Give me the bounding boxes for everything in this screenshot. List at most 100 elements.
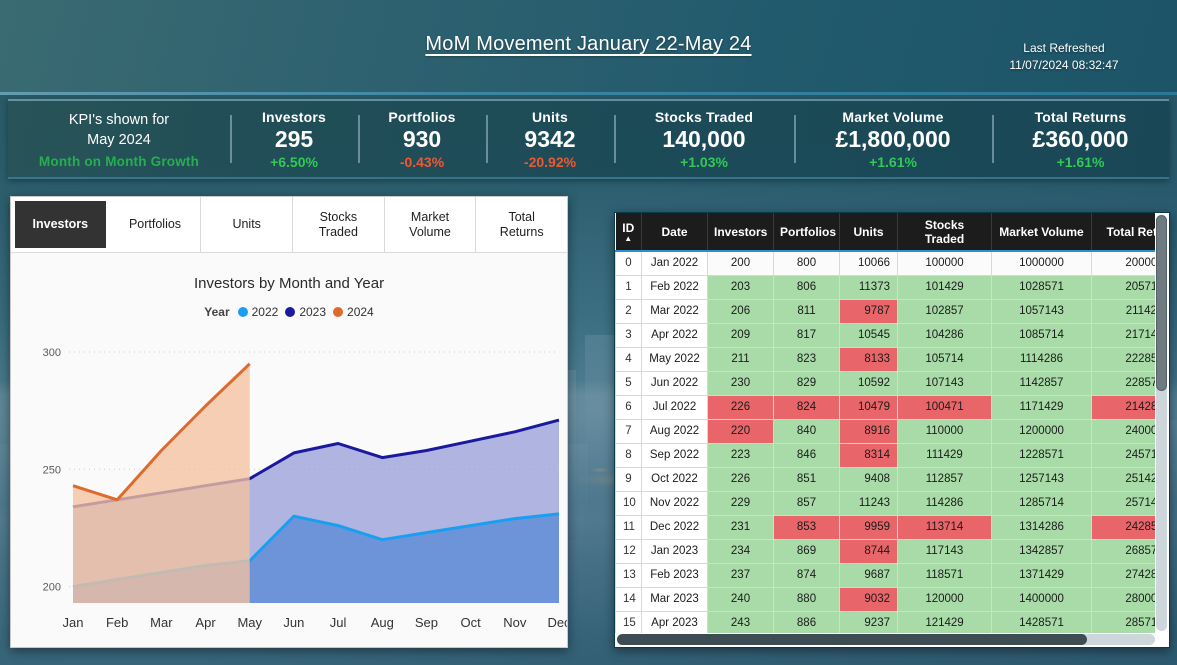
kpi-card-investors[interactable]: Investors 295 +6.50%: [230, 101, 358, 177]
cell-units: 11243: [840, 491, 898, 515]
table-vertical-scrollbar[interactable]: [1156, 215, 1167, 631]
cell-returns: 211429: [1092, 299, 1156, 323]
cell-units: 8744: [840, 539, 898, 563]
legend-label: 2024: [347, 305, 374, 319]
cell-id: 11: [616, 515, 642, 539]
cell-date: Jan 2023: [642, 539, 708, 563]
cell-investors: 226: [708, 467, 774, 491]
header-divider-line: [0, 92, 1177, 95]
table-row[interactable]: 2Mar 202220681197871028571057143211429: [616, 299, 1156, 323]
kpi-title: Units: [532, 109, 568, 125]
cell-investors: 211: [708, 347, 774, 371]
kpi-context-card: KPI's shown for May 2024 Month on Month …: [8, 101, 230, 177]
table-row[interactable]: 4May 202221182381331057141114286222857: [616, 347, 1156, 371]
column-header-label: Stocks Traded: [925, 218, 964, 246]
kpi-delta: +1.61%: [869, 154, 917, 170]
legend-item-2024[interactable]: 2024: [333, 305, 374, 319]
kpi-card-stocks-traded[interactable]: Stocks Traded 140,000 +1.03%: [614, 101, 794, 177]
tab-stocks-traded[interactable]: StocksTraded: [293, 197, 385, 252]
cell-date: May 2022: [642, 347, 708, 371]
kpi-value: 930: [403, 126, 441, 153]
kpi-value: £1,800,000: [835, 126, 950, 153]
column-header-stocks-traded[interactable]: Stocks Traded: [898, 213, 992, 251]
tab-units[interactable]: Units: [201, 197, 293, 252]
table-vertical-scroll-thumb[interactable]: [1156, 215, 1167, 391]
table-row[interactable]: 15Apr 202324388692371214291428571285714: [616, 611, 1156, 633]
table-row[interactable]: 8Sep 202222384683141114291228571245714: [616, 443, 1156, 467]
kpi-card-units[interactable]: Units 9342 -20.92%: [486, 101, 614, 177]
chart-title: Investors by Month and Year: [11, 275, 567, 292]
cell-id: 0: [616, 251, 642, 275]
cell-units: 9408: [840, 467, 898, 491]
cell-portfolios: 886: [774, 611, 840, 633]
table-row[interactable]: 13Feb 202323787496871185711371429274286: [616, 563, 1156, 587]
area-chart-svg: 200250300JanFebMarAprMayJunJulAugSepOctN…: [11, 327, 568, 648]
cell-investors: 209: [708, 323, 774, 347]
cell-id: 1: [616, 275, 642, 299]
cell-id: 14: [616, 587, 642, 611]
cell-portfolios: 874: [774, 563, 840, 587]
cell-volume: 1314286: [992, 515, 1092, 539]
table-row[interactable]: 10Nov 2022229857112431142861285714257143: [616, 491, 1156, 515]
cell-volume: 1200000: [992, 419, 1092, 443]
cell-units: 10545: [840, 323, 898, 347]
table-row[interactable]: 1Feb 2022203806113731014291028571205714: [616, 275, 1156, 299]
cell-returns: 257143: [1092, 491, 1156, 515]
table-horizontal-scrollbar[interactable]: [617, 634, 1155, 645]
kpi-title: Total Returns: [1035, 109, 1127, 125]
table-row[interactable]: 0Jan 2022200800100661000001000000200000: [616, 251, 1156, 275]
cell-id: 6: [616, 395, 642, 419]
cell-date: Aug 2022: [642, 419, 708, 443]
tab-portfolios[interactable]: Portfolios: [110, 197, 202, 252]
tab-investors[interactable]: Investors: [15, 201, 106, 248]
cell-stocks: 118571: [898, 563, 992, 587]
column-header-date[interactable]: Date: [642, 213, 708, 251]
cell-units: 10592: [840, 371, 898, 395]
table-row[interactable]: 3Apr 2022209817105451042861085714217143: [616, 323, 1156, 347]
cell-investors: 237: [708, 563, 774, 587]
table-row[interactable]: 14Mar 202324088090321200001400000280000: [616, 587, 1156, 611]
table-row[interactable]: 5Jun 2022230829105921071431142857228571: [616, 371, 1156, 395]
tab-label: Investors: [33, 217, 89, 232]
table-row[interactable]: 7Aug 202222084089161100001200000240000: [616, 419, 1156, 443]
cell-investors: 234: [708, 539, 774, 563]
tab-market-volume[interactable]: MarketVolume: [385, 197, 477, 252]
cell-date: Jun 2022: [642, 371, 708, 395]
cell-stocks: 112857: [898, 467, 992, 491]
kpi-card-portfolios[interactable]: Portfolios 930 -0.43%: [358, 101, 486, 177]
cell-volume: 1228571: [992, 443, 1092, 467]
legend-item-2022[interactable]: 2022: [238, 305, 279, 319]
tab-label: MarketVolume: [409, 210, 451, 240]
cell-units: 8916: [840, 419, 898, 443]
kpi-delta: -20.92%: [524, 154, 576, 170]
tab-total-returns[interactable]: TotalReturns: [476, 197, 567, 252]
cell-id: 9: [616, 467, 642, 491]
cell-portfolios: 829: [774, 371, 840, 395]
x-axis-tick-label: Oct: [461, 615, 482, 630]
cell-portfolios: 846: [774, 443, 840, 467]
column-header-id[interactable]: ID▲: [616, 213, 642, 251]
column-header-total-returns[interactable]: Total Returns: [1092, 213, 1156, 251]
table-row[interactable]: 9Oct 202222685194081128571257143251429: [616, 467, 1156, 491]
column-header-portfolios[interactable]: Portfolios: [774, 213, 840, 251]
table-row[interactable]: 11Dec 202223185399591137141314286242857: [616, 515, 1156, 539]
kpi-card-total-returns[interactable]: Total Returns £360,000 +1.61%: [992, 101, 1169, 177]
legend-label: 2023: [299, 305, 326, 319]
table-row[interactable]: 12Jan 202323486987441171431342857268571: [616, 539, 1156, 563]
column-header-label: Units: [854, 225, 884, 239]
table-scroll-viewport[interactable]: ID▲DateInvestorsPortfolios Units Stocks Tr…: [615, 213, 1155, 633]
kpi-context-subtitle: Month on Month Growth: [39, 154, 199, 169]
cell-date: Feb 2023: [642, 563, 708, 587]
kpi-title: Investors: [262, 109, 326, 125]
cell-portfolios: 840: [774, 419, 840, 443]
chart-plot-area[interactable]: 200250300JanFebMarAprMayJunJulAugSepOctN…: [11, 327, 568, 648]
cell-volume: 1028571: [992, 275, 1092, 299]
column-header-units[interactable]: Units: [840, 213, 898, 251]
kpi-card-market-volume[interactable]: Market Volume £1,800,000 +1.61%: [794, 101, 992, 177]
cell-id: 5: [616, 371, 642, 395]
column-header-investors[interactable]: Investors: [708, 213, 774, 251]
legend-item-2023[interactable]: 2023: [285, 305, 326, 319]
table-horizontal-scroll-thumb[interactable]: [617, 634, 1087, 645]
column-header-market-volume[interactable]: Market Volume: [992, 213, 1092, 251]
table-row[interactable]: 6Jul 2022226824104791004711171429214286: [616, 395, 1156, 419]
